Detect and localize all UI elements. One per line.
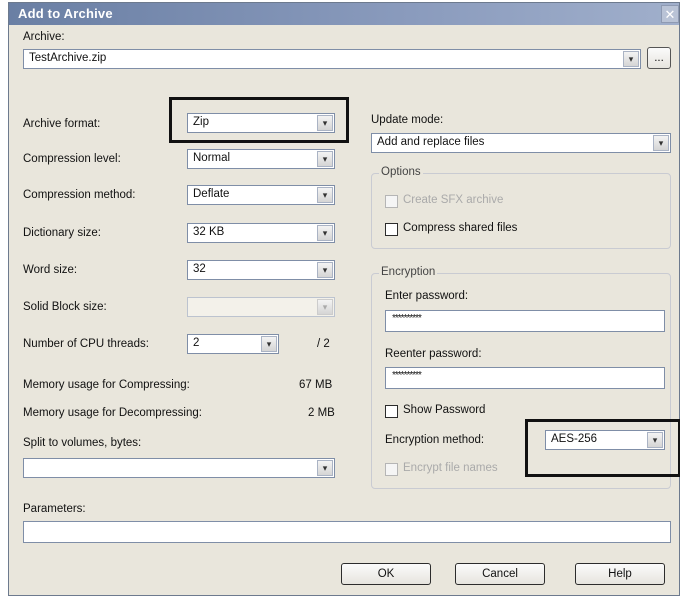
highlight-box-encryption [525,419,680,477]
chevron-down-icon[interactable]: ▾ [317,299,333,315]
chevron-down-icon[interactable]: ▾ [317,460,333,476]
parameters-field[interactable] [23,521,671,543]
cpu-threads-label: Number of CPU threads: [23,338,149,350]
highlight-box-format [169,97,349,143]
encrypt-file-names-label: Encrypt file names [403,462,498,474]
memory-decompress-label: Memory usage for Decompressing: [23,407,202,419]
chevron-down-icon[interactable]: ▾ [317,225,333,241]
update-mode-label: Update mode: [371,114,444,126]
compress-shared-checkbox[interactable] [385,223,398,236]
compression-method-select[interactable]: Deflate ▾ [187,185,335,205]
update-mode-select[interactable]: Add and replace files ▾ [371,133,671,153]
ok-button[interactable]: OK [341,563,431,585]
show-password-checkbox[interactable] [385,405,398,418]
create-sfx-label: Create SFX archive [403,194,504,206]
compression-method-label: Compression method: [23,189,136,201]
word-size-value: 32 [193,263,206,275]
encryption-title: Encryption [379,266,438,278]
compression-level-value: Normal [193,152,231,164]
word-size-label: Word size: [23,264,78,276]
update-mode-value: Add and replace files [377,136,485,148]
dictionary-size-value: 32 KB [193,226,225,238]
dictionary-size-label: Dictionary size: [23,227,101,239]
help-button[interactable]: Help [575,563,665,585]
create-sfx-checkbox[interactable] [385,195,398,208]
chevron-down-icon[interactable]: ▾ [261,336,277,352]
split-volumes-label: Split to volumes, bytes: [23,437,142,449]
compression-level-label: Compression level: [23,153,121,165]
word-size-select[interactable]: 32 ▾ [187,260,335,280]
solid-block-label: Solid Block size: [23,301,107,313]
chevron-down-icon[interactable]: ▾ [317,262,333,278]
encrypt-file-names-checkbox[interactable] [385,463,398,476]
parameters-label: Parameters: [23,503,86,515]
chevron-down-icon[interactable]: ▾ [317,187,333,203]
cpu-threads-max: / 2 [317,338,330,350]
cancel-button[interactable]: Cancel [455,563,545,585]
reenter-password-label: Reenter password: [385,348,482,360]
enter-password-value: ********** [392,313,422,324]
browse-button[interactable]: ... [647,47,671,69]
compression-method-value: Deflate [193,188,230,200]
chevron-down-icon[interactable]: ▾ [653,135,669,151]
archive-value: TestArchive.zip [29,52,107,64]
compression-level-select[interactable]: Normal ▾ [187,149,335,169]
reenter-password-value: ********** [392,370,422,381]
enter-password-field[interactable]: ********** [385,310,665,332]
cpu-threads-value: 2 [193,337,200,349]
archive-combo[interactable]: TestArchive.zip ▾ [23,49,641,69]
memory-compress-value: 67 MB [299,379,333,391]
title-bar: Add to Archive ✕ [9,3,679,25]
add-to-archive-dialog: Add to Archive ✕ Archive: TestArchive.zi… [8,2,680,596]
cpu-threads-select[interactable]: 2 ▾ [187,334,279,354]
compress-shared-label: Compress shared files [403,222,518,234]
solid-block-select[interactable]: ▾ [187,297,335,317]
memory-decompress-value: 2 MB [308,407,335,419]
window-title: Add to Archive [18,6,113,21]
chevron-down-icon[interactable]: ▾ [623,51,639,67]
archive-format-label: Archive format: [23,118,101,130]
options-group [371,173,671,249]
split-volumes-select[interactable]: ▾ [23,458,335,478]
close-button[interactable]: ✕ [661,5,679,23]
memory-compress-label: Memory usage for Compressing: [23,379,190,391]
close-icon: ✕ [664,7,676,22]
options-title: Options [379,166,423,178]
encryption-method-label: Encryption method: [385,434,485,446]
archive-label: Archive: [23,31,65,43]
show-password-label: Show Password [403,404,486,416]
dictionary-size-select[interactable]: 32 KB ▾ [187,223,335,243]
enter-password-label: Enter password: [385,290,469,302]
reenter-password-field[interactable]: ********** [385,367,665,389]
chevron-down-icon[interactable]: ▾ [317,151,333,167]
